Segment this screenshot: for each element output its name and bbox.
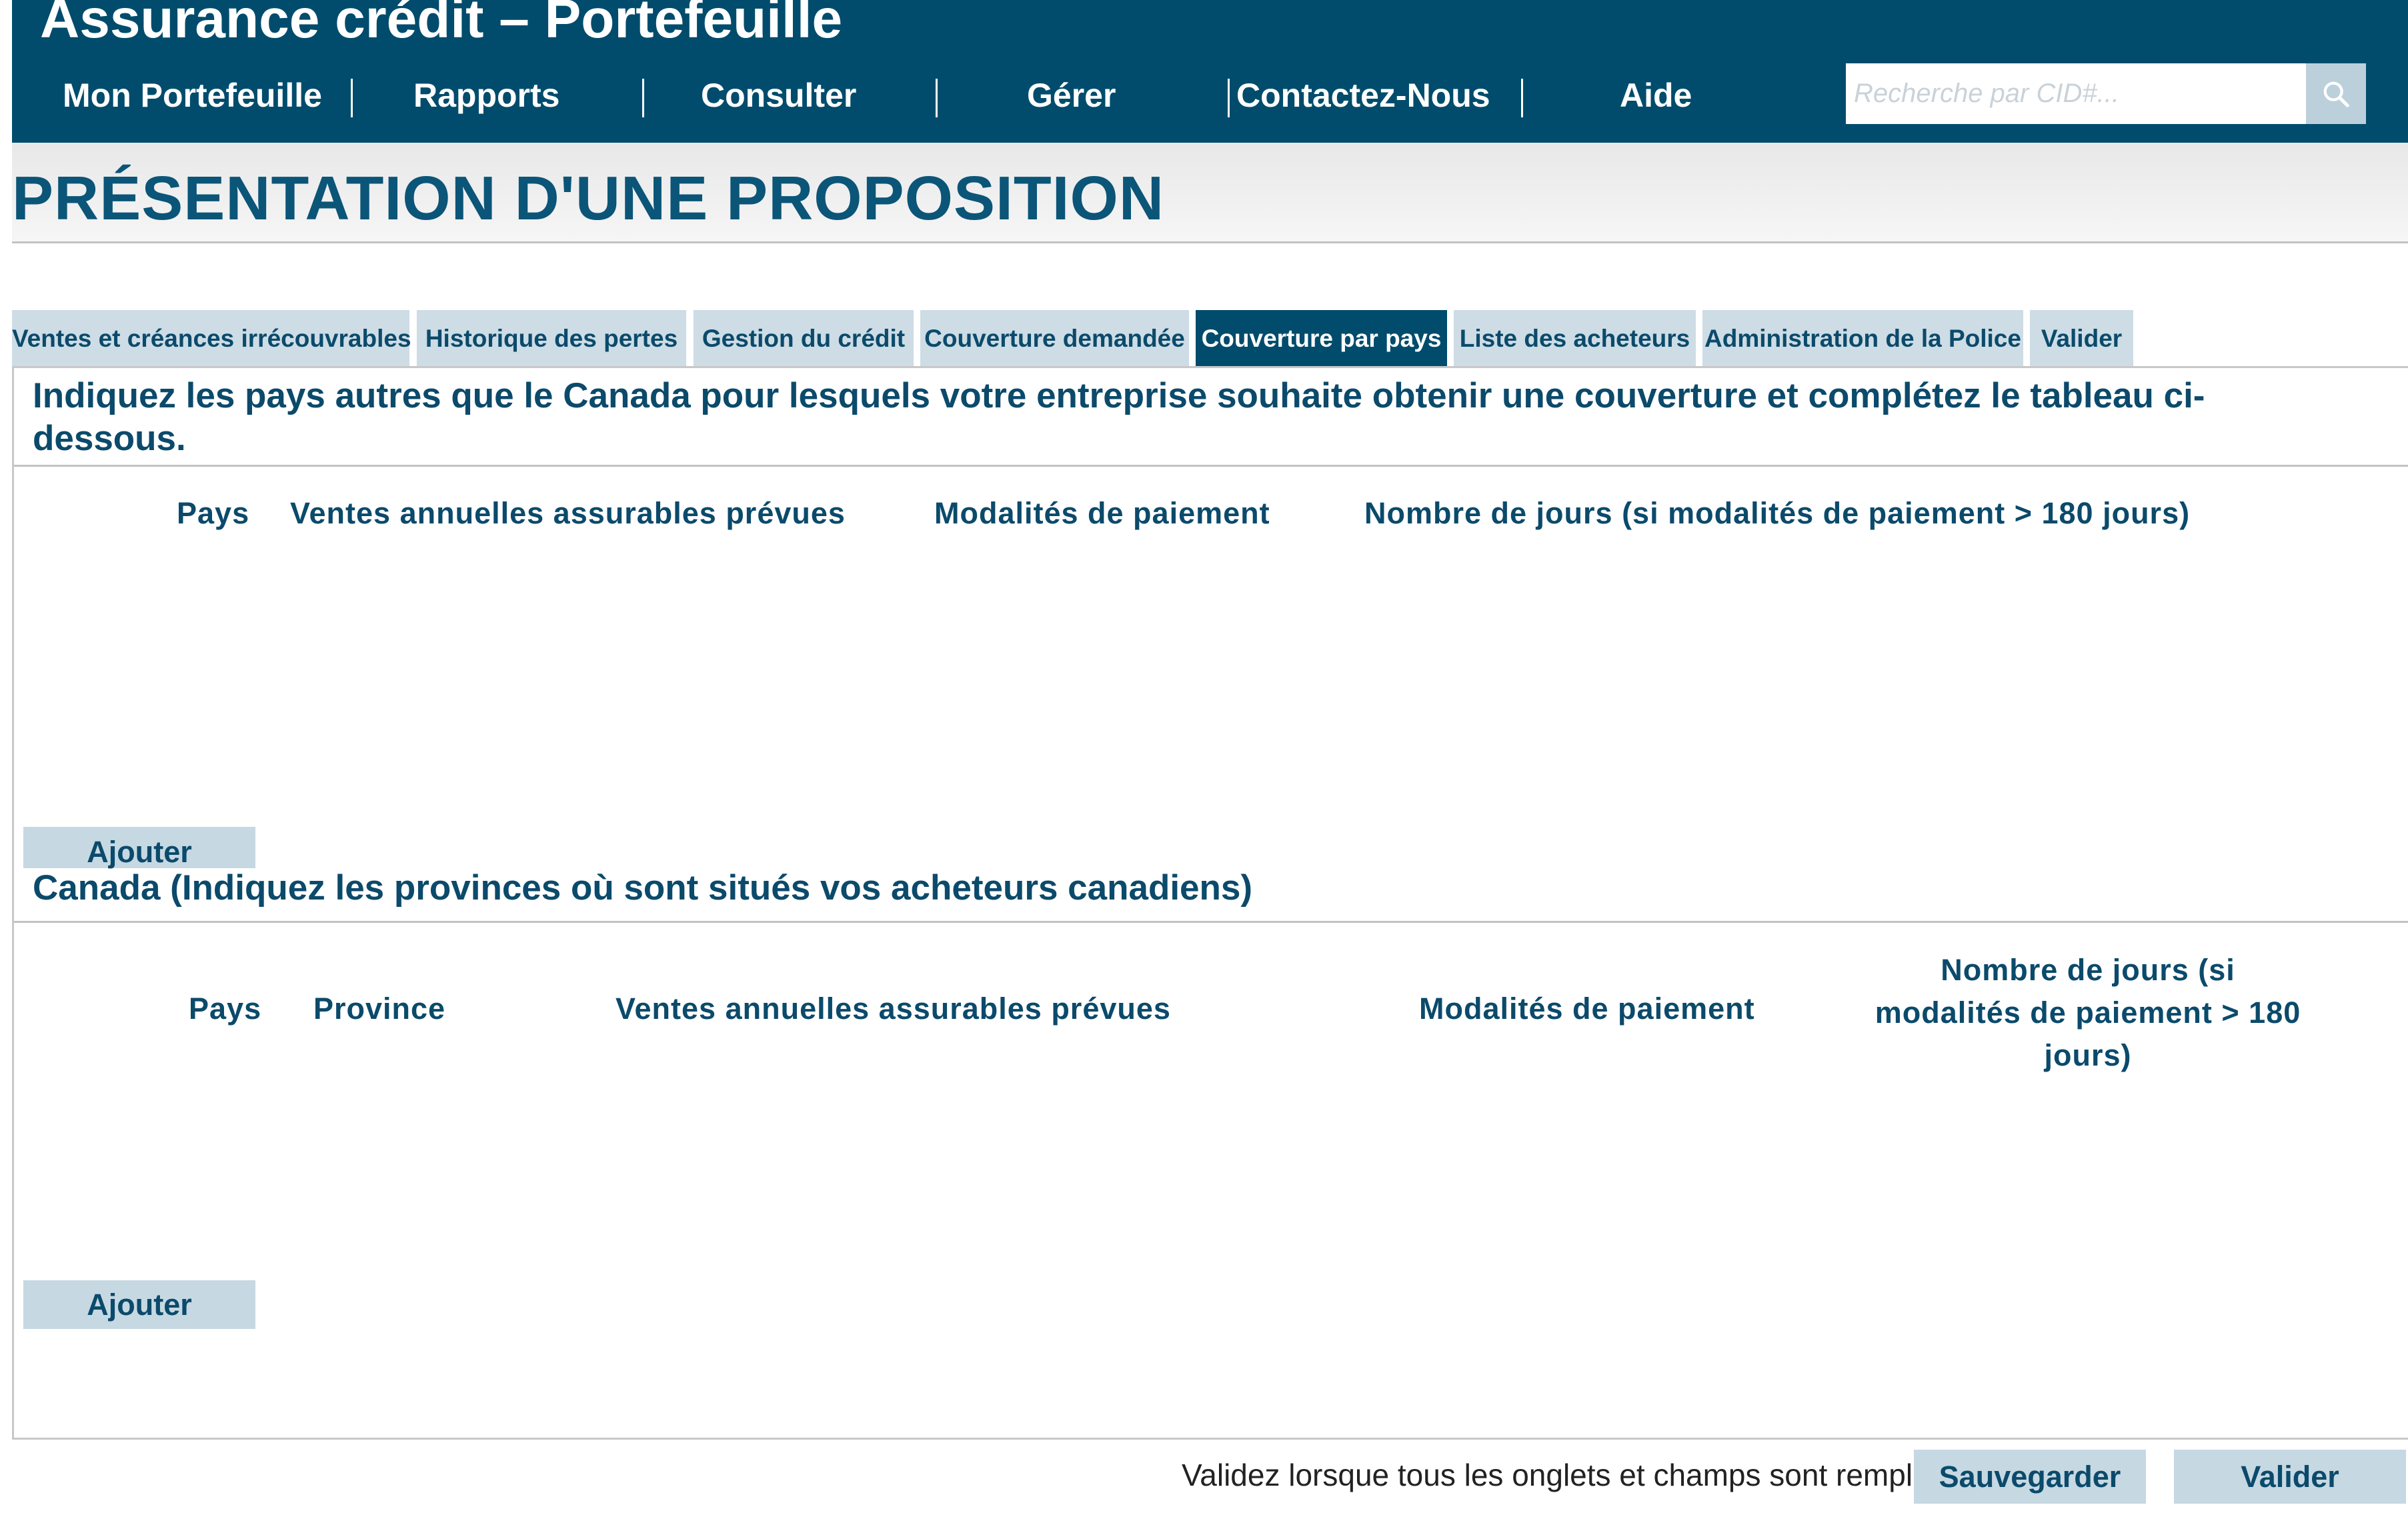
top-header: Assurance crédit – Portefeuille Mon Port…: [12, 0, 2408, 143]
col-header-ventes-annuelles: Ventes annuelles assurables prévues: [616, 992, 1171, 1026]
tab-gestion-credit[interactable]: Gestion du crédit: [694, 310, 914, 367]
validation-note: Validez lorsque tous les onglets et cham…: [1182, 1458, 1935, 1492]
title-divider: [12, 241, 2408, 243]
tab-ventes-creances[interactable]: Ventes et créances irrécouvrables: [12, 310, 411, 367]
search-button[interactable]: [2306, 63, 2366, 124]
nav-gerer[interactable]: Gérer: [1027, 72, 1116, 119]
nav-separator: [642, 79, 644, 117]
col-header-pays: Pays: [189, 992, 262, 1026]
foreign-section-instruction: Indiquez les pays autres que le Canada p…: [33, 376, 2205, 458]
tab-historique-pertes[interactable]: Historique des pertes: [417, 310, 686, 367]
nav-separator: [1228, 79, 1230, 117]
title-band: PRÉSENTATION D'UNE PROPOSITION: [12, 143, 2408, 243]
col-header-ventes-annuelles: Ventes annuelles assurables prévues: [290, 496, 846, 530]
tab-bar: Ventes et créances irrécouvrables Histor…: [12, 310, 2408, 367]
main-nav: Mon Portefeuille Rapports Consulter Gére…: [12, 72, 1692, 119]
canada-section-instruction: Canada (Indiquez les provinces où sont s…: [33, 868, 1253, 908]
nav-rapports[interactable]: Rapports: [413, 72, 559, 119]
col-header-pays: Pays: [177, 496, 250, 530]
col-header-province: Province: [313, 992, 446, 1026]
nav-consulter[interactable]: Consulter: [701, 72, 856, 119]
tab-couverture-par-pays[interactable]: Couverture par pays: [1196, 310, 1447, 367]
canada-section-divider: [14, 921, 2408, 923]
search-icon: [2323, 81, 2349, 107]
tab-administration-police[interactable]: Administration de la Police: [1702, 310, 2023, 367]
col-header-nombre-jours: Nombre de jours (si modalités de paiemen…: [1875, 953, 2301, 1072]
nav-separator: [1521, 79, 1523, 117]
tab-couverture-demandee[interactable]: Couverture demandée: [920, 310, 1189, 367]
nav-mon-portefeuille[interactable]: Mon Portefeuille: [63, 72, 322, 119]
tab-liste-acheteurs[interactable]: Liste des acheteurs: [1454, 310, 1696, 367]
save-button[interactable]: Sauvegarder: [1914, 1450, 2146, 1504]
content-panel: Indiquez les pays autres que le Canada p…: [12, 366, 2408, 1440]
add-country-button[interactable]: Ajouter: [23, 827, 255, 869]
foreign-section-divider: [14, 465, 2408, 467]
nav-separator: [936, 79, 938, 117]
validate-button[interactable]: Valider: [2174, 1450, 2406, 1504]
col-header-modalites-paiement: Modalités de paiement: [934, 496, 1270, 530]
col-header-nombre-jours: Nombre de jours (si modalités de paiemen…: [1364, 496, 2191, 530]
nav-aide[interactable]: Aide: [1620, 72, 1692, 119]
search-input[interactable]: [1846, 63, 2306, 124]
col-header-modalites-paiement: Modalités de paiement: [1419, 992, 1755, 1026]
nav-separator: [351, 79, 353, 117]
nav-contactez-nous[interactable]: Contactez-Nous: [1236, 72, 1490, 119]
page-title: PRÉSENTATION D'UNE PROPOSITION: [12, 163, 1164, 233]
add-province-button[interactable]: Ajouter: [23, 1280, 255, 1329]
tab-valider[interactable]: Valider: [2030, 310, 2133, 367]
app-title: Assurance crédit – Portefeuille: [40, 0, 843, 49]
